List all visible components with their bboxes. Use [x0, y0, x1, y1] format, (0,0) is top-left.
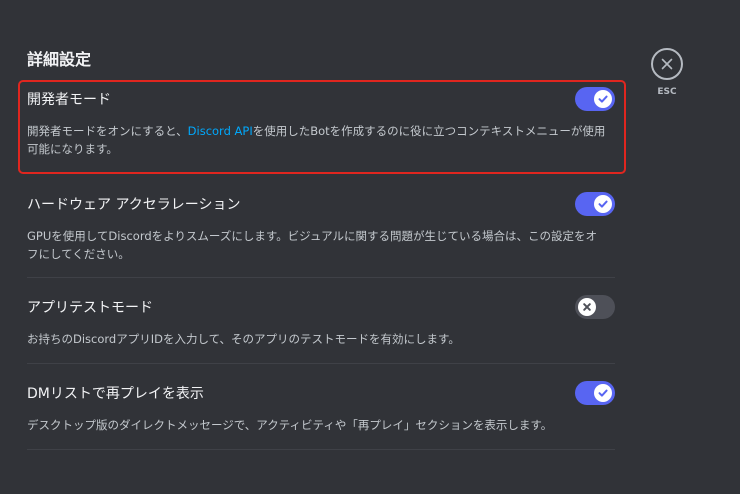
close-button[interactable] [651, 48, 683, 80]
divider [27, 363, 615, 364]
toggle-knob [578, 298, 596, 316]
settings-page: 詳細設定 開発者モード 開発者モードをオンにすると、Discord APIを使用… [0, 0, 740, 494]
setting-label-developer-mode: 開発者モード [27, 92, 111, 108]
setting-hardware-acceleration: ハードウェア アクセラレーション GPUを使用してDiscordをよりスムーズに… [27, 192, 615, 263]
setting-desc-hardware-acceleration: GPUを使用してDiscordをよりスムーズにします。ビジュアルに関する問題が生… [27, 229, 598, 261]
setting-desc-app-test-mode: お持ちのDiscordアプリIDを入力して、そのアプリのテストモードを有効にしま… [27, 332, 460, 346]
setting-label-app-test-mode: アプリテストモード [27, 300, 153, 316]
check-icon [598, 200, 608, 208]
desc-text: 開発者モードをオンにすると、 [27, 124, 188, 138]
setting-desc-developer-mode: 開発者モードをオンにすると、Discord APIを使用したBotを作成するのに… [27, 122, 607, 158]
toggle-knob [594, 90, 612, 108]
setting-label-dm-replay: DMリストで再プレイを表示 [27, 386, 204, 402]
discord-api-link[interactable]: Discord API [188, 124, 253, 138]
setting-dm-replay: DMリストで再プレイを表示 デスクトップ版のダイレクトメッセージで、アクティビテ… [27, 381, 615, 434]
dm-replay-toggle[interactable] [575, 381, 615, 405]
setting-app-test-mode: アプリテストモード お持ちのDiscordアプリIDを入力して、そのアプリのテス… [27, 295, 615, 348]
esc-label: ESC [657, 87, 677, 97]
check-icon [598, 95, 608, 103]
setting-desc-dm-replay: デスクトップ版のダイレクトメッセージで、アクティビティや「再プレイ」セクションを… [27, 418, 553, 432]
setting-label-hardware-acceleration: ハードウェア アクセラレーション [27, 197, 241, 213]
hardware-acceleration-toggle[interactable] [575, 192, 615, 216]
setting-developer-mode: 開発者モード 開発者モードをオンにすると、Discord APIを使用したBot… [27, 87, 615, 158]
close-icon [583, 303, 591, 311]
app-test-mode-toggle[interactable] [575, 295, 615, 319]
divider [27, 277, 615, 278]
esc-close[interactable]: ESC [650, 48, 684, 97]
developer-mode-toggle[interactable] [575, 87, 615, 111]
close-icon [661, 58, 673, 70]
check-icon [598, 389, 608, 397]
toggle-knob [594, 384, 612, 402]
toggle-knob [594, 195, 612, 213]
divider [27, 449, 615, 450]
section-title: 詳細設定 [27, 50, 92, 69]
